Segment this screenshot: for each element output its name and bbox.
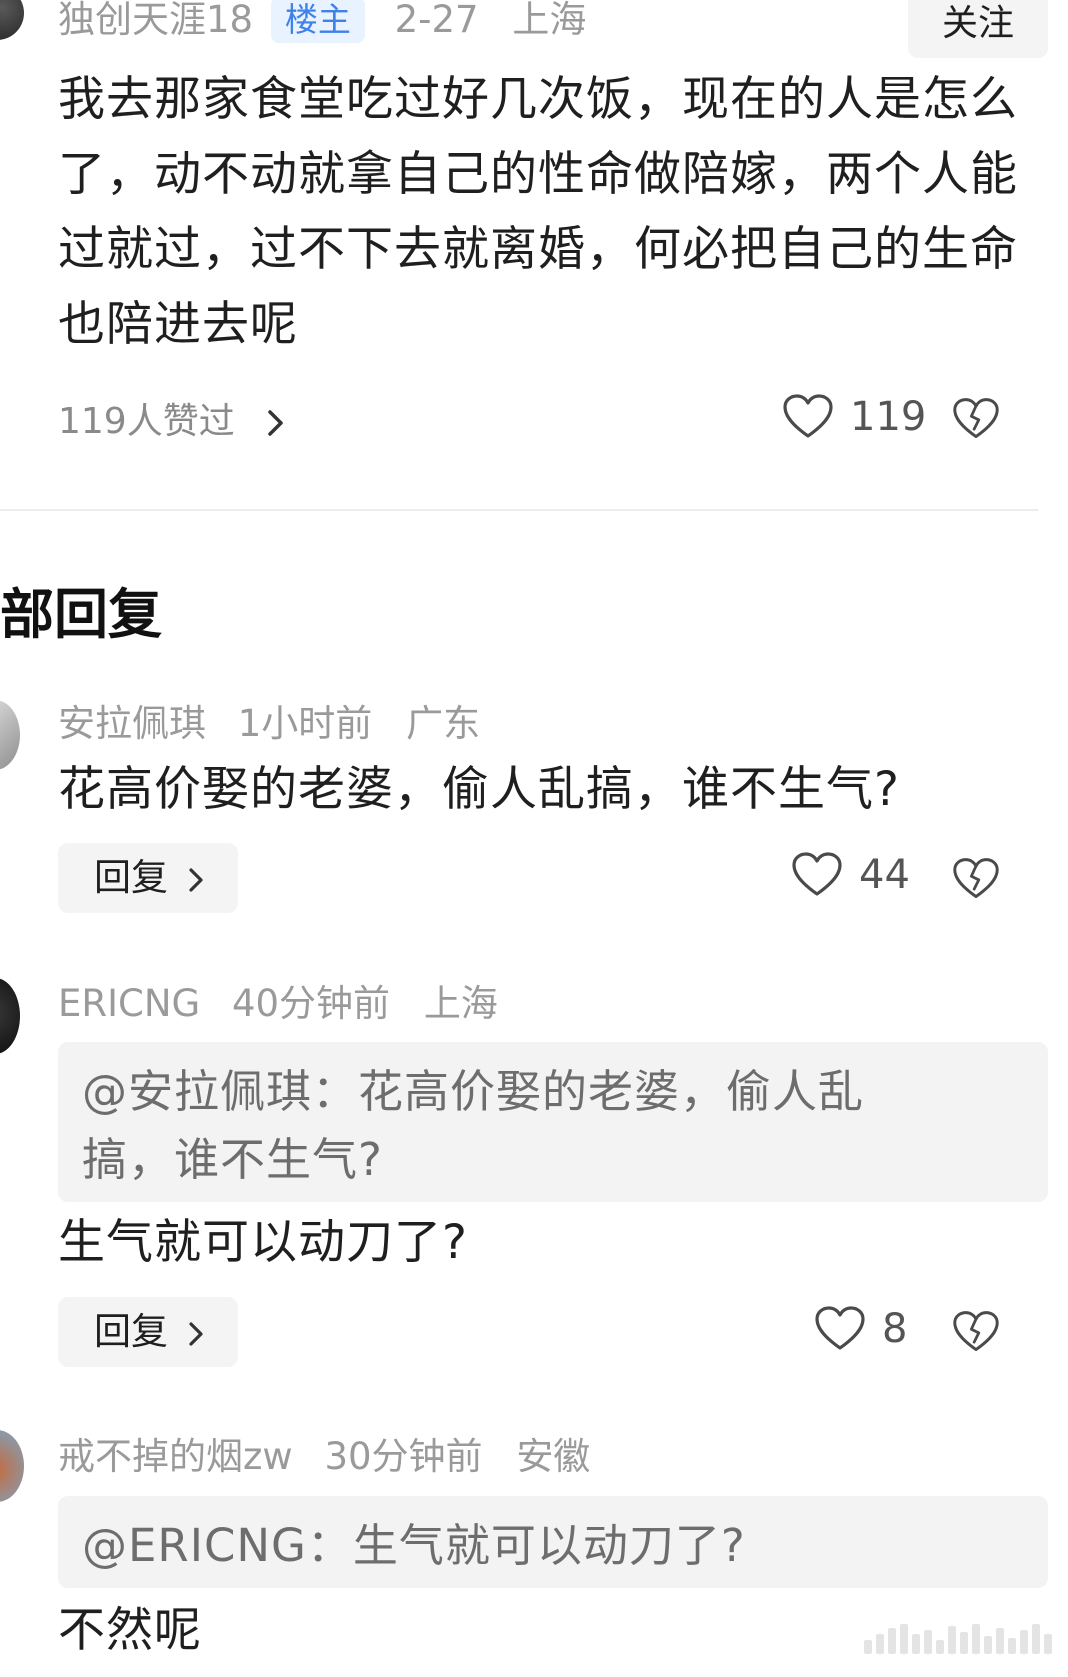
section-divider bbox=[0, 509, 1038, 511]
op-avatar[interactable] bbox=[0, 0, 24, 40]
heart-outline-icon bbox=[792, 852, 842, 896]
likes-summary: 119人赞过 bbox=[58, 401, 235, 442]
reply-avatar[interactable] bbox=[0, 978, 20, 1054]
broken-heart-icon[interactable] bbox=[952, 1310, 1000, 1354]
reply-button[interactable]: 回复 bbox=[58, 1297, 238, 1367]
reply-avatar[interactable] bbox=[0, 700, 20, 770]
reply-meta: ERICNG 40分钟前 上海 bbox=[58, 980, 498, 1026]
reply-location: 广东 bbox=[406, 701, 481, 745]
likes-summary-link[interactable]: 119人赞过 bbox=[58, 392, 288, 444]
reply-avatar[interactable] bbox=[0, 1430, 24, 1502]
reply-time: 30分钟前 bbox=[324, 1434, 483, 1478]
reply-meta: 戒不掉的烟zw 30分钟前 安徽 bbox=[58, 1433, 590, 1479]
reply-location: 上海 bbox=[423, 981, 498, 1025]
op-meta: 独创天涯18 楼主 2-27 上海 bbox=[58, 0, 586, 43]
op-text: 我去那家食堂吃过好几次饭，现在的人是怎么了，动不动就拿自己的性命做陪嫁，两个人能… bbox=[58, 72, 1018, 352]
op-location: 上海 bbox=[512, 0, 587, 41]
heart-outline-icon bbox=[815, 1306, 865, 1350]
chevron-right-icon bbox=[268, 410, 283, 436]
reply-like-button[interactable]: 44 bbox=[791, 852, 910, 898]
reply-meta: 安拉佩琪 1小时前 广东 bbox=[58, 700, 480, 746]
quoted-reply: @安拉佩琪：花高价娶的老婆，偷人乱搞，谁不生气? bbox=[58, 1042, 1048, 1202]
broken-heart-icon[interactable] bbox=[952, 857, 1000, 901]
reply-text: 不然呢 bbox=[58, 1603, 202, 1658]
broken-heart-icon[interactable] bbox=[952, 397, 1000, 441]
quoted-reply: @ERICNG：生气就可以动刀了? bbox=[58, 1496, 1048, 1588]
all-replies-title: 部回复 bbox=[0, 583, 162, 646]
op-like-button[interactable]: 119 bbox=[782, 394, 926, 440]
follow-button[interactable]: 关注 bbox=[908, 0, 1048, 58]
op-author[interactable]: 独创天涯18 bbox=[58, 0, 253, 42]
op-date: 2-27 bbox=[394, 0, 479, 41]
chevron-right-icon bbox=[189, 867, 203, 892]
heart-outline-icon bbox=[783, 394, 833, 438]
reply-location: 安徽 bbox=[516, 1434, 591, 1478]
reply-author[interactable]: 戒不掉的烟zw bbox=[58, 1435, 293, 1479]
reply-text: 花高价娶的老婆，偷人乱搞，谁不生气? bbox=[58, 762, 900, 817]
op-like-count: 119 bbox=[850, 394, 927, 440]
reply-time: 1小时前 bbox=[237, 701, 373, 745]
reply-text: 生气就可以动刀了? bbox=[58, 1215, 468, 1270]
reply-author[interactable]: ERICNG bbox=[58, 982, 200, 1026]
watermark-bars bbox=[864, 1622, 1052, 1654]
reply-like-count: 44 bbox=[859, 852, 910, 898]
reply-button-label: 回复 bbox=[94, 856, 168, 899]
owner-badge: 楼主 bbox=[270, 0, 365, 43]
reply-like-button[interactable]: 8 bbox=[814, 1306, 907, 1352]
chevron-right-icon bbox=[189, 1321, 203, 1346]
reply-time: 40分钟前 bbox=[231, 981, 391, 1025]
reply-button-label: 回复 bbox=[94, 1310, 168, 1353]
reply-button[interactable]: 回复 bbox=[58, 843, 238, 913]
reply-like-count: 8 bbox=[882, 1306, 908, 1352]
reply-author[interactable]: 安拉佩琪 bbox=[58, 702, 206, 746]
